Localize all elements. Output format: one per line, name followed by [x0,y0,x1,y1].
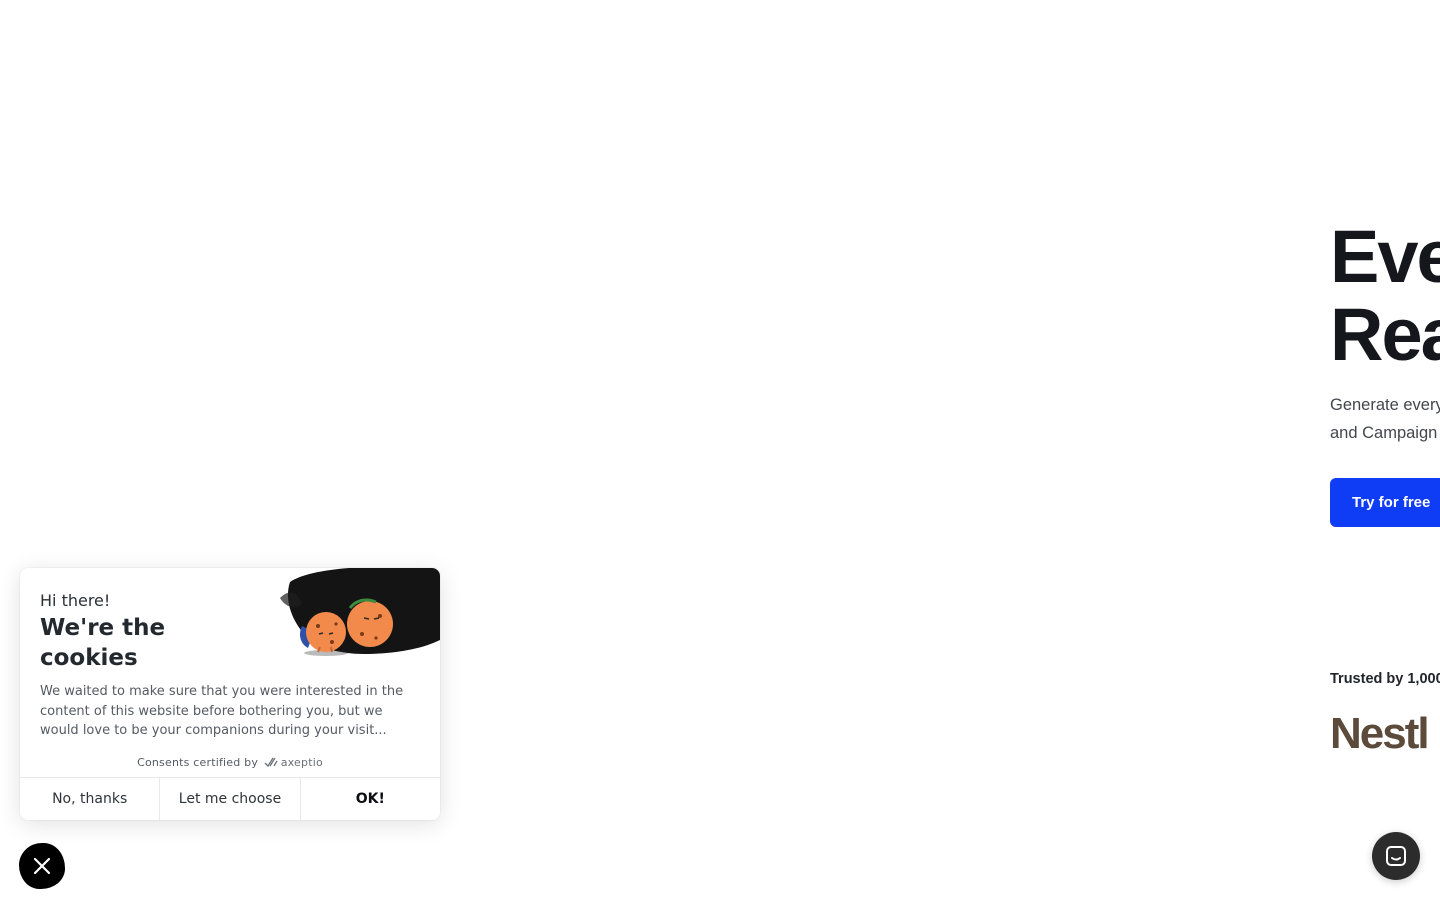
cookie-description: We waited to make sure that you were int… [40,684,404,738]
close-icon [33,857,51,875]
hero-title: Eve Rea [1330,218,1440,374]
consent-close-button[interactable] [19,843,65,889]
certified-prefix: Consents certified by [137,756,259,769]
hero-subtitle-line-2: and Campaign [1330,424,1438,442]
chat-icon [1386,846,1406,866]
hero-subtitle: Generate every and Campaign [1330,391,1440,447]
axeptio-brand: axeptio [280,756,323,769]
try-for-free-button[interactable]: Try for free [1330,478,1440,527]
hero-subtitle-line-1: Generate every [1330,396,1440,414]
cookie-actions: No, thanks Let me choose OK! [20,777,440,820]
page: Eve Rea Generate every and Campaign Try … [0,0,1440,900]
cookie-consent-banner: Hi there! We're the cookies We waited to… [20,568,440,820]
no-thanks-button[interactable]: No, thanks [20,778,160,820]
axeptio-mark-icon [264,757,278,767]
cookies-illustration-icon [280,568,440,656]
let-me-choose-button[interactable]: Let me choose [159,778,300,820]
cookie-title: We're the cookies [40,615,166,671]
ok-button[interactable]: OK! [299,778,440,820]
chat-launcher-button[interactable] [1372,832,1420,880]
cookie-greeting: Hi there! [40,591,111,610]
consents-certified: Consents certified by axeptio [20,756,440,769]
nestle-logo: Nestl [1330,709,1430,758]
trusted-by-text: Trusted by 1,000 [1330,671,1440,687]
hero-title-line-1: Eve [1330,215,1440,298]
axeptio-logo: axeptio [264,756,323,769]
hero-title-line-2: Rea [1330,293,1440,376]
